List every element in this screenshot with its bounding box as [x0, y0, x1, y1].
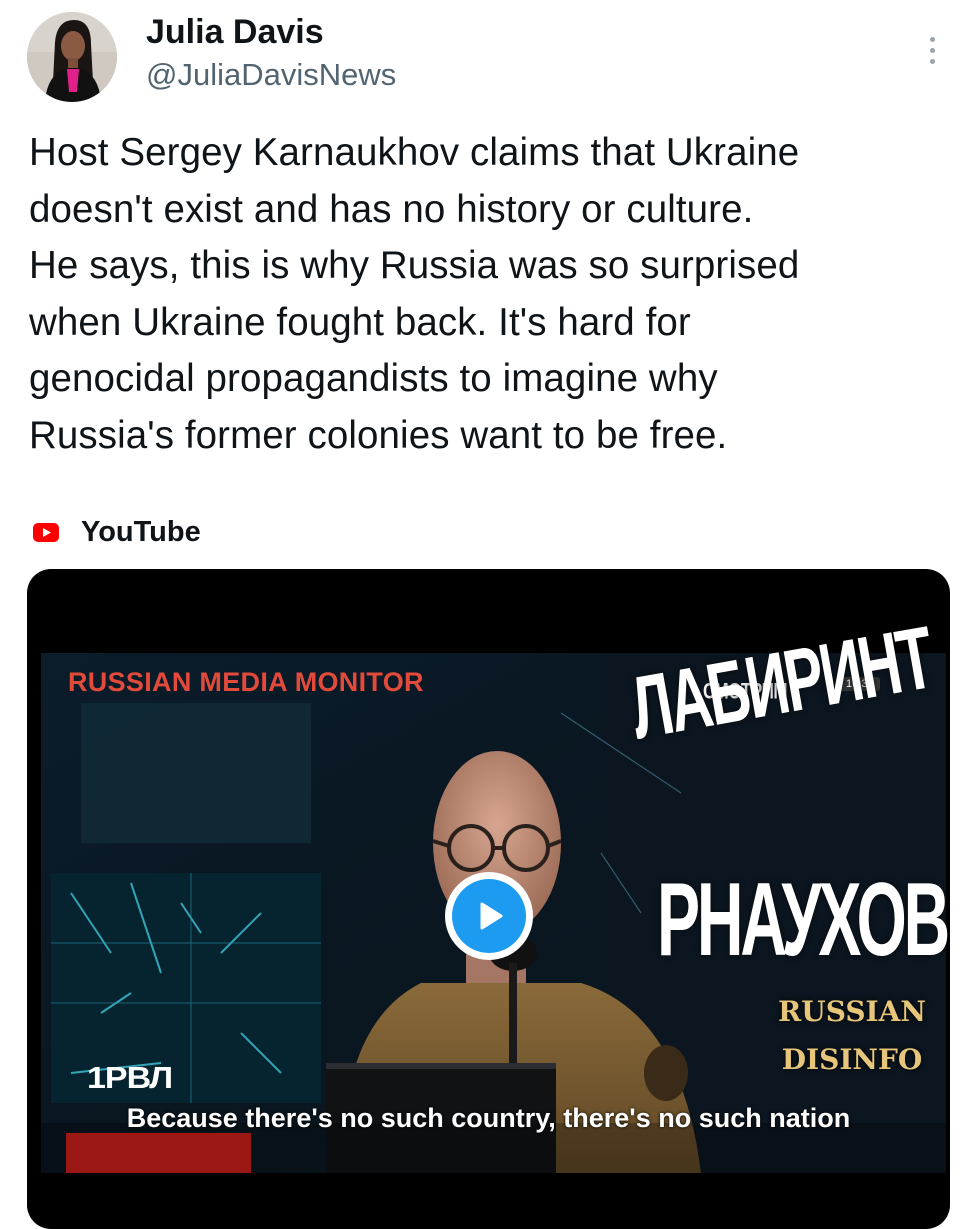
link-source-label: YouTube	[81, 516, 201, 548]
video-caption: Because there's no such country, there's…	[126, 1103, 851, 1133]
banner-fragment: 1РВЛ	[87, 1060, 173, 1096]
play-icon	[480, 902, 503, 930]
video-overlay-title: RUSSIAN MEDIA MONITOR	[68, 667, 424, 697]
watermark: RUSSIAN DISINFO	[767, 994, 937, 1078]
link-source[interactable]: YouTube	[33, 512, 201, 552]
avatar[interactable]	[27, 12, 117, 102]
user-handle[interactable]: @JuliaDavisNews	[146, 56, 396, 94]
tweet-text: Host Sergey Karnaukhov claims that Ukrai…	[29, 131, 800, 457]
more-options-button[interactable]	[912, 28, 952, 72]
avatar-photo-icon	[27, 12, 117, 102]
more-vertical-icon	[929, 36, 935, 42]
display-name[interactable]: Julia Davis	[146, 12, 324, 52]
watermark-line1: RUSSIAN	[778, 995, 926, 1028]
play-button[interactable]	[445, 872, 533, 960]
watermark-line2: DISINFO	[781, 1043, 923, 1076]
show-title-line2: РНАУХОВ	[657, 862, 950, 978]
video-card[interactable]: RUSSIAN MEDIA MONITOR СМОТРИМ 16:31 ЛАБИ…	[27, 569, 950, 1229]
youtube-icon	[33, 522, 59, 542]
